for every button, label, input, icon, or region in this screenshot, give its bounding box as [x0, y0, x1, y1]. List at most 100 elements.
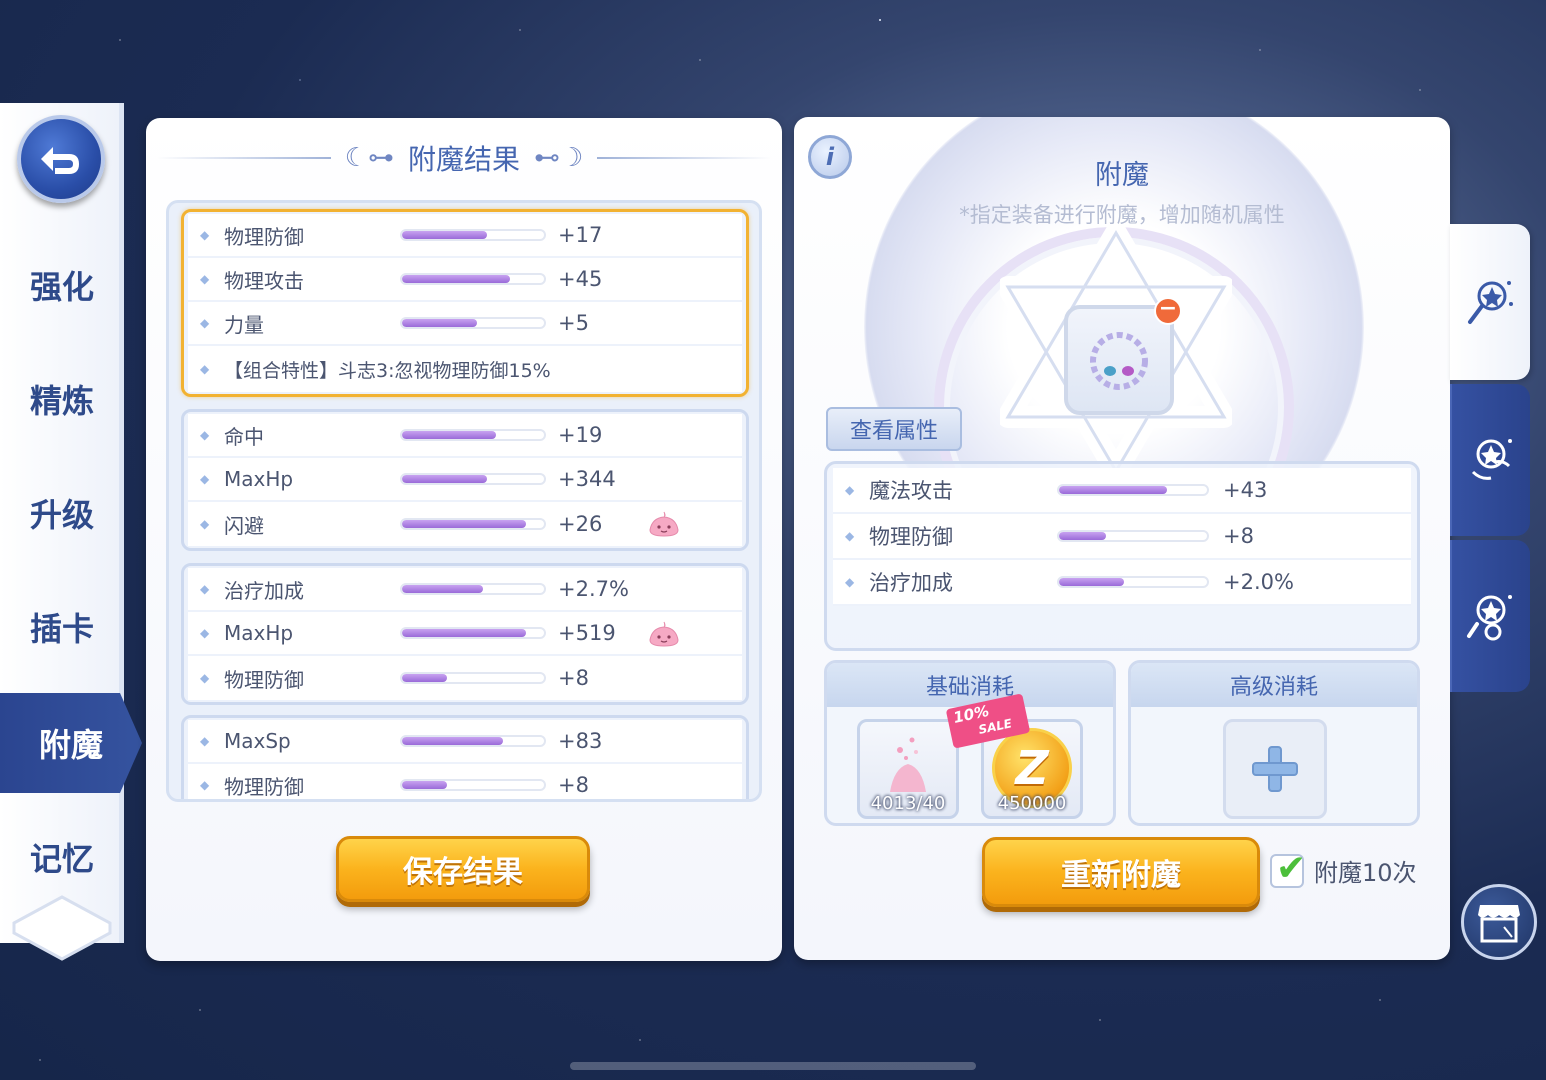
moon-ornament-icon: ⊷☽ [534, 143, 584, 173]
attr-value: +344 [558, 467, 616, 491]
attr-name: 治疗加成 [869, 571, 953, 595]
attr-name: MaxHp [224, 467, 294, 491]
attr-value: +2.0% [1223, 570, 1294, 594]
attr-bar-fill [402, 231, 488, 239]
attr-value: +519 [558, 621, 616, 645]
attr-name: 物理防御 [869, 525, 953, 549]
attr-name: 命中 [224, 424, 264, 449]
diamond-bullet-icon: ◆ [845, 575, 855, 589]
attr-bar [1057, 484, 1209, 496]
attr-name: 魔法攻击 [869, 479, 953, 503]
attr-value: +17 [558, 223, 603, 247]
zeny-quantity: 450000 [997, 793, 1067, 814]
diamond-bullet-icon: ◆ [200, 362, 210, 376]
result-group-4[interactable]: ◆ MaxSp +83 ◆ 物理防御 +8 [181, 715, 749, 799]
attr-bar-fill [402, 319, 478, 327]
sidebar-tab-strengthen[interactable]: 强化 [0, 235, 124, 335]
attr-row: ◆ 力量 +5 [188, 302, 742, 346]
enchant-10x-checkbox[interactable]: ✔ [1270, 848, 1306, 889]
attr-row: ◆ 物理防御 +17 [188, 214, 742, 258]
attr-bar [400, 518, 546, 530]
attr-row: ◆ 治疗加成 +2.0% [833, 560, 1411, 606]
diamond-bullet-icon: ◆ [845, 529, 855, 543]
enchant-material-icon [890, 737, 926, 792]
attr-bar-fill [1059, 532, 1107, 540]
save-result-button[interactable]: 保存结果 [336, 836, 590, 902]
checkmark-icon: ✔ [1276, 847, 1307, 889]
attr-bar [1057, 576, 1209, 588]
diamond-bullet-icon: ◆ [200, 671, 210, 685]
attr-row: ◆ 物理防御 +8 [833, 514, 1411, 560]
material-item-slot[interactable]: 4013/40 [857, 719, 959, 819]
magic-wand-star-icon [1468, 281, 1513, 324]
current-attributes-list: ◆ 魔法攻击 +43 ◆ 物理防御 +8 ◆ 治疗加成 +2.0% [824, 461, 1420, 651]
view-attributes-button[interactable]: 查看属性 [826, 407, 962, 451]
attr-bar [400, 473, 546, 485]
reenchant-button[interactable]: 重新附魔 [982, 837, 1260, 907]
enchant-title: 附魔 [1095, 160, 1149, 191]
right-tab-swap[interactable] [1450, 384, 1530, 536]
attr-row: ◆ 魔法攻击 +43 [833, 468, 1411, 514]
diamond-bullet-icon: ◆ [200, 734, 210, 748]
sidebar: 强化 精炼 升级 插卡 附魔 记忆 [0, 103, 142, 961]
back-arrow-icon [41, 147, 79, 174]
attr-value: +26 [558, 512, 603, 536]
attr-bar-fill [402, 737, 503, 745]
results-list[interactable]: ◆ 物理防御 +17 ◆ 物理攻击 +45 ◆ 力量 +5 ◆ 【组合特性】斗志… [166, 200, 762, 802]
diamond-bullet-icon: ◆ [200, 626, 210, 640]
enchant-subtitle: *指定装备进行附魔，增加随机属性 [959, 203, 1285, 227]
attr-name: 物理防御 [224, 667, 304, 692]
scroll-down-chevron-icon[interactable] [10, 893, 114, 963]
add-advanced-material-button[interactable] [1223, 719, 1327, 819]
advanced-cost-title: 高级消耗 [1131, 663, 1417, 707]
attr-value: +2.7% [558, 577, 629, 601]
attr-bar-fill [402, 781, 448, 789]
attr-value: +83 [558, 729, 603, 753]
attr-bar-fill [402, 585, 483, 593]
attr-bar-fill [402, 674, 448, 682]
attr-name: MaxHp [224, 621, 294, 645]
material-quantity: 4013/40 [870, 793, 946, 814]
sidebar-tab-upgrade[interactable]: 升级 [0, 463, 124, 563]
results-title: 附魔结果 [408, 143, 521, 176]
attr-value: +8 [1223, 524, 1254, 548]
attr-bar [1057, 530, 1209, 542]
attr-bar [400, 779, 546, 791]
attr-bar-fill [402, 520, 526, 528]
poring-icon [649, 621, 679, 647]
attr-name: 治疗加成 [224, 578, 304, 603]
result-group-3[interactable]: ◆ 治疗加成 +2.7% ◆ MaxHp +519 ◆ 物理防御 +8 [181, 563, 749, 705]
enchant-10x-toggle[interactable]: ✔ 附魔10次 [1270, 848, 1417, 889]
attr-bar [400, 672, 546, 684]
shop-button[interactable] [1461, 884, 1537, 960]
home-indicator [570, 1062, 976, 1070]
attr-value: +45 [558, 267, 603, 291]
remove-equipment-button[interactable]: − [1154, 297, 1182, 325]
right-tab-refresh[interactable] [1450, 540, 1530, 692]
combo-trait-text: 【组合特性】斗志3:忽视物理防御15% [224, 359, 551, 382]
result-group-2[interactable]: ◆ 命中 +19 ◆ MaxHp +344 ◆ 闪避 +26 [181, 409, 749, 551]
attr-row: ◆ 物理防御 +8 [188, 764, 742, 799]
attr-bar-fill [402, 431, 496, 439]
attr-bar [400, 229, 546, 241]
sidebar-tab-memory[interactable]: 记忆 [0, 807, 124, 907]
equipment-item-icon [1090, 332, 1148, 390]
sidebar-tab-enchant[interactable]: 附魔 [0, 693, 142, 793]
diamond-bullet-icon: ◆ [200, 228, 210, 242]
basic-cost-title: 基础消耗 [827, 663, 1113, 707]
diamond-bullet-icon: ◆ [200, 272, 210, 286]
attr-row: ◆ MaxHp +344 [188, 458, 742, 502]
sidebar-tab-refine[interactable]: 精炼 [0, 349, 124, 449]
attr-name: 物理防御 [224, 774, 304, 799]
equipment-slot[interactable] [1064, 305, 1174, 415]
attr-bar-fill [402, 475, 488, 483]
right-tab-enchant[interactable] [1450, 224, 1530, 380]
attr-value: +43 [1223, 478, 1268, 502]
result-group-1[interactable]: ◆ 物理防御 +17 ◆ 物理攻击 +45 ◆ 力量 +5 ◆ 【组合特性】斗志… [181, 209, 749, 397]
attr-row: ◆ 物理防御 +8 [188, 656, 742, 700]
attr-name: 闪避 [224, 513, 264, 538]
sidebar-tab-card[interactable]: 插卡 [0, 577, 124, 677]
attr-name: 力量 [224, 312, 264, 337]
attr-value: +8 [558, 773, 589, 797]
back-button[interactable] [17, 115, 105, 203]
